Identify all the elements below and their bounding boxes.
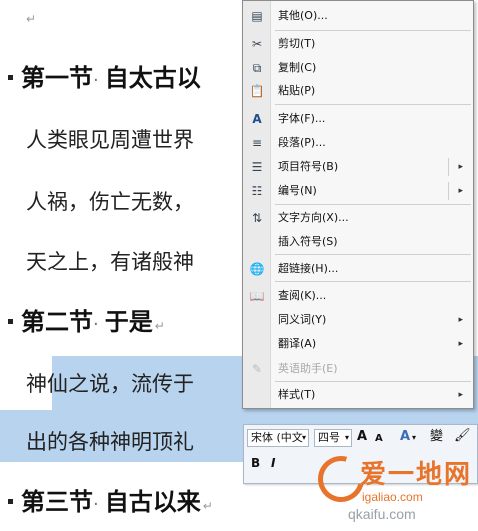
menu-item-cut[interactable]: ✂ 剪切(T) <box>243 32 473 56</box>
menu-item-paste[interactable]: 📋 粘贴(P) <box>243 79 473 103</box>
menu-item-bullets[interactable]: ☰ 项目符号(B) ▸ <box>243 155 473 179</box>
submenu-divider <box>448 182 449 200</box>
menu-separator <box>275 254 471 255</box>
grow-font-icon[interactable]: A <box>357 429 367 447</box>
numbering-icon: ☷ <box>251 184 263 198</box>
submenu-arrow-icon: ▸ <box>458 339 463 349</box>
menu-item-styles[interactable]: 样式(T) ▸ <box>243 383 473 407</box>
paragraph-icon: ≡ <box>251 136 263 150</box>
paste-icon: 📋 <box>249 84 265 98</box>
menu-item-text-direction[interactable]: ⇅ 文字方向(X)... <box>243 206 473 230</box>
heading-section-1[interactable]: 第一节· 自太古以 <box>8 62 201 97</box>
bullets-icon: ☰ <box>251 160 263 174</box>
body-text-line-selected[interactable]: 神仙之说，流传于 <box>26 368 194 400</box>
menu-separator <box>275 381 471 382</box>
menu-item-hyperlink[interactable]: 🌐 超链接(H)... <box>243 257 473 281</box>
submenu-arrow-icon: ▸ <box>458 390 463 400</box>
body-text-line[interactable]: 天之上，有诸般神 <box>26 246 194 278</box>
menu-item-paragraph[interactable]: ≡ 段落(P)... <box>243 131 473 155</box>
bold-button[interactable]: B <box>251 455 260 473</box>
watermark-title: 爱一地网 <box>360 460 473 490</box>
body-text-line[interactable]: 人祸，伤亡无数， <box>26 186 194 218</box>
watermark-url: igaliao.com <box>362 490 423 504</box>
menu-item-synonyms[interactable]: 同义词(Y) ▸ <box>243 308 473 332</box>
lookup-icon: 📖 <box>249 289 265 303</box>
menu-separator <box>275 30 471 31</box>
submenu-arrow-icon: ▸ <box>458 186 463 196</box>
submenu-arrow-icon: ▸ <box>458 162 463 172</box>
format-painter-icon[interactable]: 🖌 <box>454 428 471 446</box>
menu-item-insert-symbol[interactable]: 插入符号(S) <box>243 230 473 254</box>
submenu-arrow-icon: ▸ <box>458 315 463 325</box>
context-menu: ▤ 其他(O)... ✂ 剪切(T) ⧉ 复制(C) 📋 粘贴(P) A 字体(… <box>242 0 474 409</box>
menu-separator <box>275 281 471 282</box>
body-text-line[interactable]: 人类眼见周遭世界 <box>26 124 194 156</box>
menu-item-numbering[interactable]: ☷ 编号(N) ▸ <box>243 179 473 203</box>
watermark: 爱一地网 igaliao.com qkaifu.com <box>309 447 476 528</box>
chevron-down-icon[interactable]: ▾ <box>412 430 416 448</box>
chevron-down-icon[interactable]: ▾ <box>302 430 306 448</box>
copy-icon: ⧉ <box>252 61 262 75</box>
heading-bullet <box>8 74 13 80</box>
menu-item-lookup[interactable]: 📖 查阅(K)... <box>243 284 473 308</box>
heading-bullet <box>8 498 13 504</box>
font-icon: A <box>252 112 262 126</box>
font-name-dropdown[interactable]: 宋体 (中文 <box>247 429 309 447</box>
menu-item-other[interactable]: ▤ 其他(O)... <box>243 4 473 28</box>
heading-bullet <box>8 318 13 324</box>
watermark-url: qkaifu.com <box>348 506 416 522</box>
paragraph-mark: ↵ <box>26 12 37 26</box>
menu-separator <box>275 204 471 205</box>
menu-item-font[interactable]: A 字体(F)... <box>243 107 473 131</box>
heading-section-2[interactable]: 第二节· 于是 ↵ <box>8 306 165 342</box>
heading-section-3[interactable]: 第三节· 自古以来 ↵ <box>8 486 213 522</box>
scissors-icon: ✂ <box>251 37 263 51</box>
hyperlink-icon: 🌐 <box>249 262 265 276</box>
text-direction-icon: ⇅ <box>251 211 263 225</box>
italic-button[interactable]: I <box>271 455 275 473</box>
english-assistant-icon: ✎ <box>251 362 263 376</box>
phonetic-guide-icon[interactable]: 變 <box>430 429 443 447</box>
menu-separator <box>275 104 471 105</box>
styles-icon[interactable]: A <box>400 429 410 447</box>
other-icon: ▤ <box>251 9 263 23</box>
menu-item-english-assistant: ✎ 英语助手(E) <box>243 357 473 381</box>
shrink-font-icon[interactable]: A <box>375 431 383 449</box>
menu-item-copy[interactable]: ⧉ 复制(C) <box>243 56 473 80</box>
submenu-divider <box>448 158 449 176</box>
menu-item-translate[interactable]: 翻译(A) ▸ <box>243 332 473 356</box>
body-text-line-selected[interactable]: 出的各种神明顶礼 <box>26 426 194 458</box>
chevron-down-icon[interactable]: ▾ <box>345 430 349 448</box>
